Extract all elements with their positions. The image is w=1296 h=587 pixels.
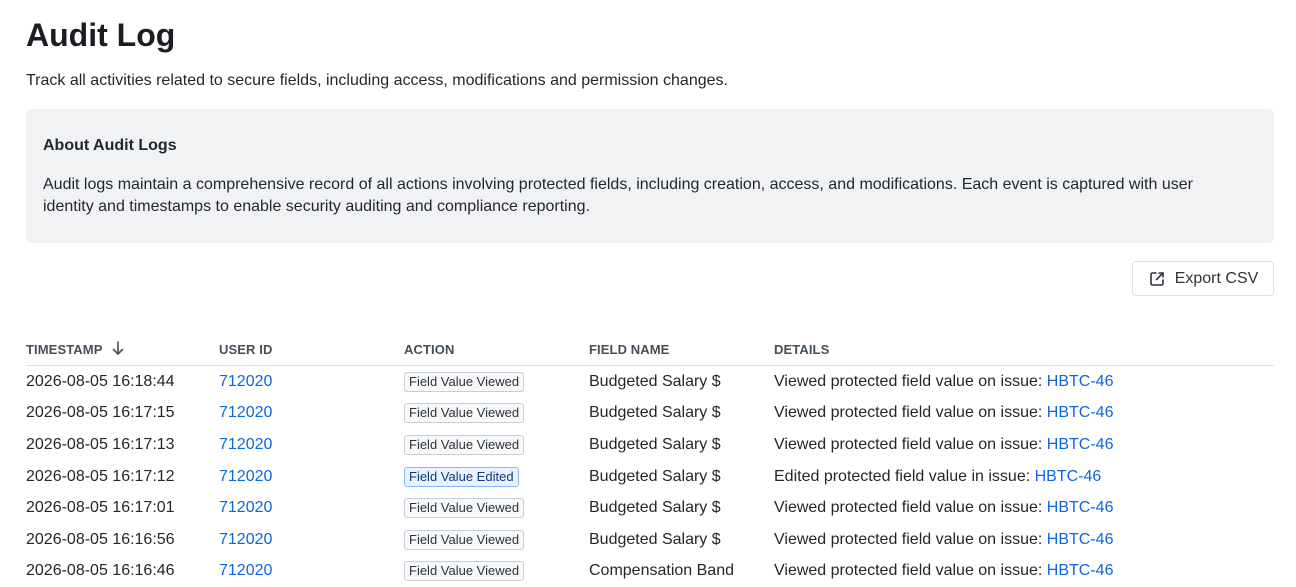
field-name-cell: Budgeted Salary $: [589, 398, 774, 430]
user-id-link[interactable]: 712020: [219, 468, 272, 485]
user-id-cell: 712020: [219, 556, 404, 587]
table-row: 2026-08-05 16:17:01712020 Field Value Vie…: [26, 492, 1274, 524]
details-cell: Viewed protected field value on issue: H…: [774, 429, 1274, 461]
table-row: 2026-08-05 16:17:13712020 Field Value Vie…: [26, 429, 1274, 461]
field-name-cell: Budgeted Salary $: [589, 366, 774, 398]
table-body: 2026-08-05 16:18:44712020Field Value Vie…: [26, 366, 1274, 587]
user-id-cell: 712020: [219, 429, 404, 461]
export-csv-button[interactable]: Export CSV: [1132, 261, 1274, 296]
action-cell: Field Value Viewed: [404, 366, 589, 398]
column-header-timestamp[interactable]: TIMESTAMP: [26, 333, 219, 366]
page-title: Audit Log: [26, 14, 175, 56]
action-cell: Field Value Viewed: [404, 524, 589, 556]
details-text: Viewed protected field value on issue:: [774, 499, 1042, 516]
details-cell: Viewed protected field value on issue: H…: [774, 556, 1274, 587]
user-id-cell: 712020: [219, 398, 404, 430]
column-header-field-name[interactable]: FIELD NAME: [589, 333, 774, 366]
timestamp-cell: 2026-08-05 16:17:13: [26, 429, 219, 461]
details-text: Viewed protected field value on issue:: [774, 531, 1042, 548]
user-id-link[interactable]: 712020: [219, 499, 272, 516]
issue-link[interactable]: HBTC-46: [1047, 499, 1114, 516]
action-badge: Field Value Viewed: [404, 498, 524, 518]
table-header-row: TIMESTAMP USER ID ACTION FIELD NAME DETA…: [26, 333, 1274, 366]
table-row: 2026-08-05 16:17:15712020 Field Value Vie…: [26, 398, 1274, 430]
details-cell: Edited protected field value in issue: H…: [774, 461, 1274, 493]
action-cell: Field Value Edited: [404, 461, 589, 493]
table-row: 2026-08-05 16:17:12712020 Field Value Edi…: [26, 461, 1274, 493]
arrow-down-icon: [111, 340, 125, 359]
timestamp-cell: 2026-08-05 16:18:44: [26, 366, 219, 398]
action-badge: Field Value Edited: [404, 467, 519, 487]
timestamp-cell: 2026-08-05 16:17:12: [26, 461, 219, 493]
external-link-icon: [1148, 270, 1166, 288]
timestamp-cell: 2026-08-05 16:17:01: [26, 492, 219, 524]
info-panel-text: Audit logs maintain a comprehensive reco…: [43, 174, 1243, 218]
action-badge: Field Value Viewed: [404, 372, 524, 392]
user-id-cell: 712020: [219, 366, 404, 398]
field-name-cell: Budgeted Salary $: [589, 524, 774, 556]
issue-link[interactable]: HBTC-46: [1035, 468, 1102, 485]
table-row: 2026-08-05 16:18:44712020 Field Value Vie…: [26, 366, 1274, 398]
details-text: Viewed protected field value on issue:: [774, 436, 1042, 453]
user-id-cell: 712020: [219, 492, 404, 524]
details-cell: Viewed protected field value on issue: H…: [774, 398, 1274, 430]
action-cell: Field Value Viewed: [404, 492, 589, 524]
action-badge: Field Value Viewed: [404, 561, 524, 581]
details-text: Viewed protected field value on issue:: [774, 562, 1042, 579]
action-cell: Field Value Viewed: [404, 556, 589, 587]
issue-link[interactable]: HBTC-46: [1047, 373, 1114, 390]
action-badge: Field Value Viewed: [404, 530, 524, 550]
user-id-cell: 712020: [219, 524, 404, 556]
details-text: Viewed protected field value on issue:: [774, 373, 1042, 390]
timestamp-cell: 2026-08-05 16:17:15: [26, 398, 219, 430]
field-name-cell: Budgeted Salary $: [589, 492, 774, 524]
field-name-cell: Budgeted Salary $: [589, 461, 774, 493]
page-subtitle: Track all activities related to secure f…: [26, 70, 728, 92]
export-csv-label: Export CSV: [1175, 270, 1259, 288]
table-row: 2026-08-05 16:16:56712020 Field Value Vie…: [26, 524, 1274, 556]
issue-link[interactable]: HBTC-46: [1047, 404, 1114, 421]
user-id-link[interactable]: 712020: [219, 404, 272, 421]
table-row: 2026-08-05 16:16:46712020 Field Value Vie…: [26, 556, 1274, 587]
column-header-details[interactable]: DETAILS: [774, 333, 1274, 366]
issue-link[interactable]: HBTC-46: [1047, 562, 1114, 579]
user-id-link[interactable]: 712020: [219, 562, 272, 579]
issue-link[interactable]: HBTC-46: [1047, 436, 1114, 453]
action-cell: Field Value Viewed: [404, 398, 589, 430]
user-id-link[interactable]: 712020: [219, 436, 272, 453]
details-text: Viewed protected field value on issue:: [774, 404, 1042, 421]
audit-log-table: TIMESTAMP USER ID ACTION FIELD NAME DETA…: [26, 333, 1274, 587]
field-name-cell: Compensation Band: [589, 556, 774, 587]
issue-link[interactable]: HBTC-46: [1047, 531, 1114, 548]
user-id-link[interactable]: 712020: [219, 531, 272, 548]
timestamp-cell: 2026-08-05 16:16:46: [26, 556, 219, 587]
details-cell: Viewed protected field value on issue: H…: [774, 492, 1274, 524]
user-id-cell: 712020: [219, 461, 404, 493]
column-header-action[interactable]: ACTION: [404, 333, 589, 366]
details-text: Edited protected field value in issue:: [774, 468, 1030, 485]
details-cell: Viewed protected field value on issue: H…: [774, 366, 1274, 398]
user-id-link[interactable]: 712020: [219, 373, 272, 390]
action-badge: Field Value Viewed: [404, 435, 524, 455]
details-cell: Viewed protected field value on issue: H…: [774, 524, 1274, 556]
action-badge: Field Value Viewed: [404, 403, 524, 423]
field-name-cell: Budgeted Salary $: [589, 429, 774, 461]
column-header-user-id[interactable]: USER ID: [219, 333, 404, 366]
info-panel-title: About Audit Logs: [43, 135, 177, 157]
timestamp-cell: 2026-08-05 16:16:56: [26, 524, 219, 556]
action-cell: Field Value Viewed: [404, 429, 589, 461]
